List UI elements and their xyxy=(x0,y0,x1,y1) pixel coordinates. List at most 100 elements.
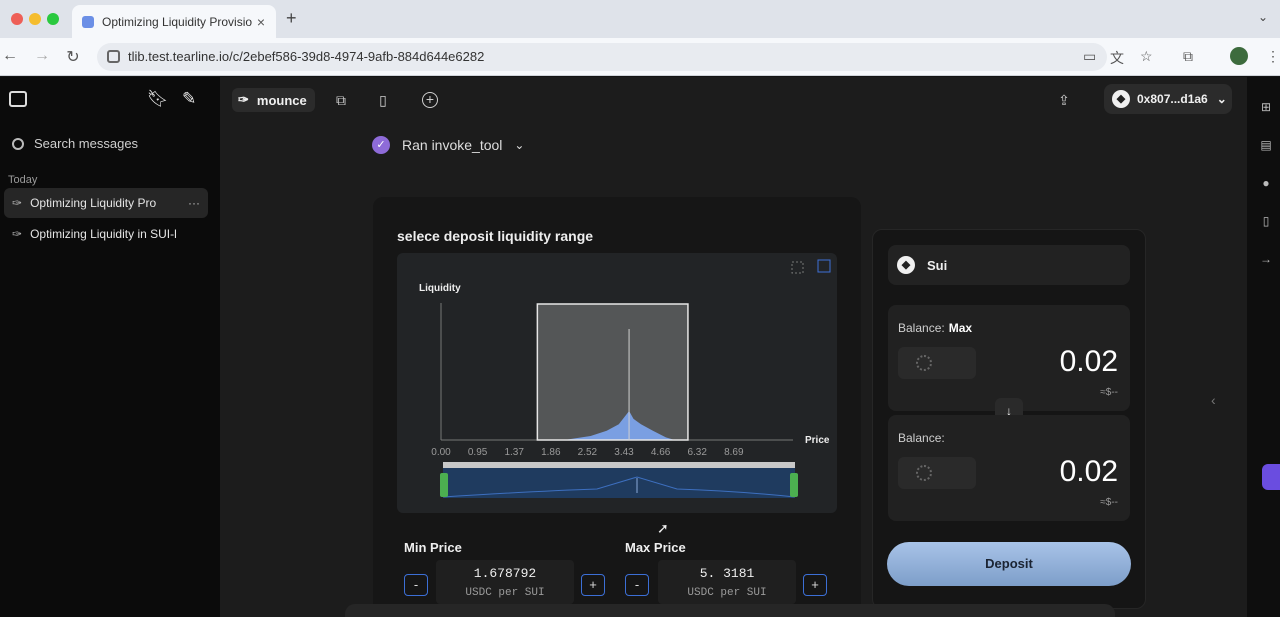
sui-token-icon: ◆ xyxy=(897,256,915,274)
extensions-icon[interactable]: ⧉ xyxy=(1183,48,1193,65)
tool-run-row[interactable]: ✓ Ran invoke_tool ⌄ xyxy=(372,136,524,154)
x-tick-label: 2.52 xyxy=(578,447,598,458)
brush-selection-bar xyxy=(443,462,795,468)
conversation-item[interactable]: ✑ Optimizing Liquidity Pro ··· xyxy=(4,188,208,218)
translate-icon[interactable]: 文 xyxy=(1110,48,1124,68)
max-button[interactable]: Max xyxy=(949,321,972,335)
feather-icon: ✑ xyxy=(12,227,23,241)
min-price-label: Min Price xyxy=(404,540,462,555)
browser-tab[interactable]: Optimizing Liquidity Provision × xyxy=(72,5,276,38)
search-messages[interactable]: Search messages xyxy=(12,136,138,151)
browser-tab-bar: Optimizing Liquidity Provision × + ⌄ xyxy=(0,0,1280,38)
range-handle-right[interactable] xyxy=(790,473,798,497)
y-axis-label: Liquidity xyxy=(419,283,461,294)
balance-label: Balance: xyxy=(898,431,945,445)
chevron-left-icon[interactable]: ‹ xyxy=(1211,392,1216,408)
balance-box-top: Balance: Max 0.02 ≈$-- xyxy=(888,305,1130,411)
chevron-down-icon: ⌄ xyxy=(514,138,525,152)
close-window-button[interactable] xyxy=(11,13,23,25)
tab-search-chevron-icon[interactable]: ⌄ xyxy=(1258,10,1268,24)
bookmark-top-icon[interactable]: ▯ xyxy=(373,90,393,110)
liquidity-chart[interactable]: Liquidity Price 0.00 0.95 1.37 1.86 2.52 3.43… xyxy=(397,253,837,513)
min-price-input[interactable]: 1.678792 USDC per SUI xyxy=(436,560,574,604)
x-tick-label: 1.37 xyxy=(504,447,524,458)
agent-selector[interactable]: ✑ mounce xyxy=(232,88,315,112)
balance-label: Balance: Max xyxy=(898,321,973,335)
close-tab-icon[interactable]: × xyxy=(252,14,270,30)
address-bar: ← → ↻ tlib.test.tearline.io/c/2ebef586-3… xyxy=(0,38,1280,76)
x-tick-label: 0.00 xyxy=(431,447,451,458)
max-price-decrement-button[interactable]: - xyxy=(625,574,649,596)
x-tick-label: 0.95 xyxy=(468,447,488,458)
mouse-cursor-icon: ➚ xyxy=(657,520,669,536)
chevron-down-icon: ⌄ xyxy=(1216,92,1227,106)
collapse-rail-icon[interactable]: → xyxy=(1259,252,1273,266)
chat-icon[interactable]: ▤ xyxy=(1259,138,1273,152)
assistant-launcher-button[interactable] xyxy=(1262,464,1280,490)
max-price-input[interactable]: 5. 3181 USDC per SUI xyxy=(658,560,796,604)
add-icon[interactable]: + xyxy=(422,92,438,108)
wallet-button[interactable]: ◆ 0x807...d1a6 ⌄ xyxy=(1104,84,1232,114)
url-field[interactable]: tlib.test.tearline.io/c/2ebef586-39d8-49… xyxy=(97,43,1107,71)
maximize-window-button[interactable] xyxy=(47,13,59,25)
toggle-sidebar-icon[interactable] xyxy=(9,91,27,107)
new-chat-icon[interactable]: ✎ xyxy=(182,89,196,109)
install-app-icon[interactable]: ▭ xyxy=(1083,48,1096,65)
search-icon xyxy=(12,137,24,150)
x-axis-label: Price xyxy=(805,435,830,446)
drop-icon[interactable]: ● xyxy=(1259,176,1273,190)
token-pill[interactable] xyxy=(898,347,976,379)
url-text: tlib.test.tearline.io/c/2ebef586-39d8-49… xyxy=(128,49,485,64)
sui-logo-icon: ◆ xyxy=(1112,90,1130,108)
deposit-button[interactable]: Deposit xyxy=(887,542,1131,586)
profile-avatar[interactable] xyxy=(1230,47,1248,65)
bookmark-rail-icon[interactable]: ▯ xyxy=(1259,214,1273,228)
zoom-reset-icon[interactable] xyxy=(791,261,804,274)
new-tab-icon[interactable]: + xyxy=(286,8,297,29)
token-placeholder-icon xyxy=(916,465,932,481)
bookmark-star-icon[interactable]: ☆ xyxy=(1140,48,1153,65)
zoom-fit-icon[interactable] xyxy=(817,259,831,273)
reload-icon[interactable]: ↻ xyxy=(63,47,83,67)
tab-title: Optimizing Liquidity Provision xyxy=(102,14,252,29)
min-price-unit: USDC per SUI xyxy=(465,587,545,599)
token-placeholder-icon xyxy=(916,355,932,371)
x-tick-label: 4.66 xyxy=(651,447,671,458)
range-handle-left[interactable] xyxy=(440,473,448,497)
balance-box-bottom: Balance: 0.02 ≈$-- xyxy=(888,415,1130,521)
min-price-increment-button[interactable]: + xyxy=(581,574,605,596)
site-info-icon[interactable] xyxy=(107,50,120,63)
x-tick-label: 3.43 xyxy=(614,447,634,458)
minimize-window-button[interactable] xyxy=(29,13,41,25)
share-icon[interactable]: ⇪ xyxy=(1054,90,1074,110)
agent-name: mounce xyxy=(256,92,307,108)
back-icon[interactable]: ← xyxy=(0,47,20,65)
amount-value[interactable]: 0.02 xyxy=(1060,345,1118,379)
more-options-icon[interactable]: ··· xyxy=(188,196,200,210)
max-price-increment-button[interactable]: + xyxy=(803,574,827,596)
wallet-address: 0x807...d1a6 xyxy=(1137,92,1208,106)
x-tick-label: 1.86 xyxy=(541,447,561,458)
min-price-decrement-button[interactable]: - xyxy=(404,574,428,596)
feather-icon: ✑ xyxy=(238,92,249,107)
section-label-today: Today xyxy=(8,174,38,186)
token-name: Sui xyxy=(927,257,948,273)
apps-icon[interactable]: ⊞ xyxy=(1259,100,1273,114)
x-tick-label: 6.32 xyxy=(687,447,707,458)
amount-value[interactable]: 0.02 xyxy=(1060,455,1118,489)
range-card-title: selece deposit liquidity range xyxy=(397,228,594,244)
token-pill[interactable] xyxy=(898,457,976,489)
token-selector[interactable]: ◆ Sui xyxy=(888,245,1130,285)
bookmark-icon[interactable]: 🔖︎ xyxy=(147,89,169,109)
tool-status: Ran invoke_tool xyxy=(402,137,503,153)
copy-icon[interactable]: ⧉ xyxy=(331,90,351,110)
browser-menu-icon[interactable]: ⋮ xyxy=(1266,48,1280,65)
conversation-item[interactable]: ✑ Optimizing Liquidity in SUI-l xyxy=(4,219,208,249)
right-rail xyxy=(1247,77,1280,617)
max-price-unit: USDC per SUI xyxy=(687,587,767,599)
usd-value: ≈$-- xyxy=(1100,387,1118,398)
max-price-value: 5. 3181 xyxy=(699,566,755,581)
x-tick-label: 8.69 xyxy=(724,447,744,458)
forward-icon[interactable]: → xyxy=(32,47,52,65)
message-input-edge[interactable] xyxy=(345,604,1115,617)
